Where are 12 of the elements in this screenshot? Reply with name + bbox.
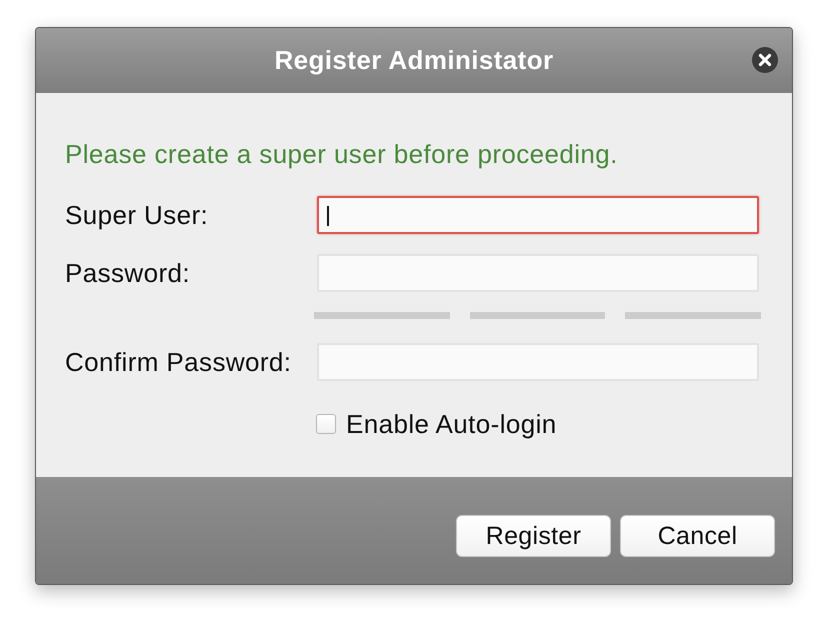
info-message: Please create a super user before proceeding.: [65, 140, 619, 168]
dialog-button[interactable]: Register: [456, 515, 611, 557]
field-label: Confirm Password:: [65, 346, 292, 378]
input-field[interactable]: [317, 196, 759, 234]
dialog-button[interactable]: Cancel: [620, 515, 775, 557]
field-label: Super User:: [65, 200, 210, 230]
checkbox-label[interactable]: Enable Auto-login: [346, 409, 557, 439]
field-label: Password:: [65, 258, 191, 288]
close-icon: [752, 47, 778, 73]
close-button[interactable]: [752, 47, 778, 73]
checkbox[interactable]: [316, 414, 336, 434]
window-title: Register Administator: [274, 45, 554, 76]
